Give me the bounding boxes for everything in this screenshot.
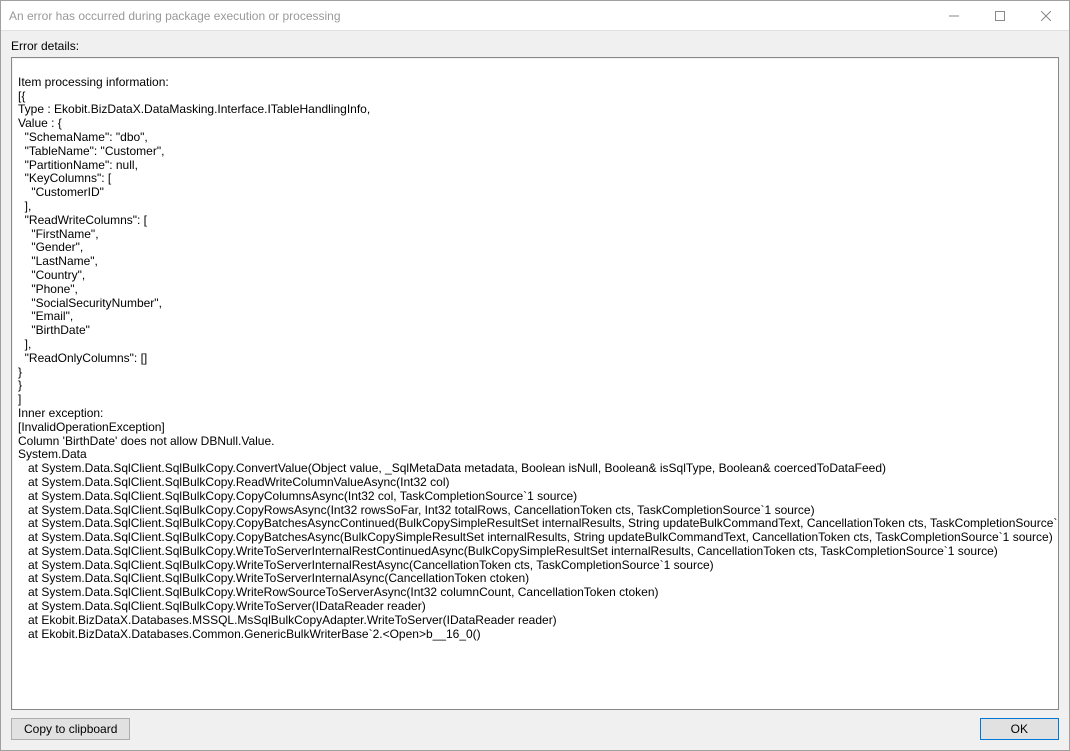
minimize-button[interactable] <box>931 1 977 30</box>
error-details-text[interactable]: Item processing information: [{ Type : E… <box>18 62 1052 641</box>
dialog-content: Error details: Item processing informati… <box>1 31 1069 750</box>
close-icon <box>1041 11 1051 21</box>
error-dialog-window: An error has occurred during package exe… <box>0 0 1070 751</box>
window-title: An error has occurred during package exe… <box>9 9 931 23</box>
titlebar: An error has occurred during package exe… <box>1 1 1069 31</box>
maximize-icon <box>995 11 1005 21</box>
maximize-button[interactable] <box>977 1 1023 30</box>
ok-button[interactable]: OK <box>980 718 1059 740</box>
error-details-scroll[interactable]: Item processing information: [{ Type : E… <box>12 58 1058 709</box>
window-controls <box>931 1 1069 30</box>
error-details-label: Error details: <box>11 39 1059 53</box>
copy-to-clipboard-button[interactable]: Copy to clipboard <box>11 718 130 740</box>
close-button[interactable] <box>1023 1 1069 30</box>
minimize-icon <box>949 11 959 21</box>
error-details-field[interactable]: Item processing information: [{ Type : E… <box>11 57 1059 710</box>
button-row: Copy to clipboard OK <box>11 718 1059 740</box>
